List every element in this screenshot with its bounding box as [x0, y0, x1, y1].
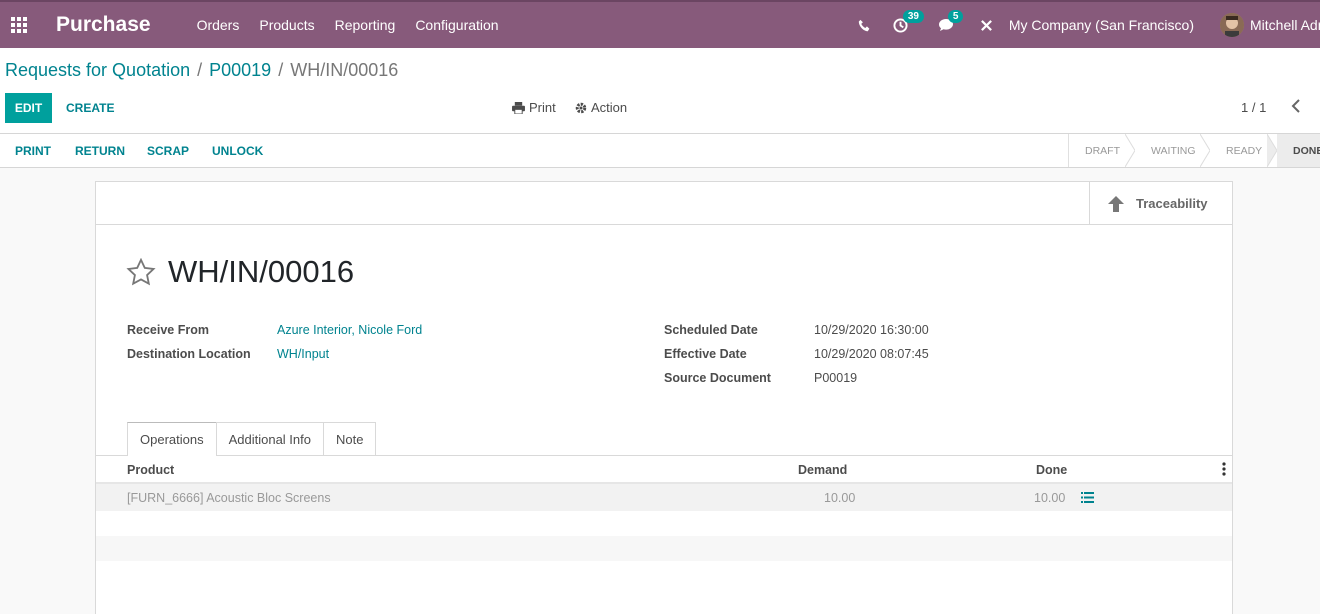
company-switcher[interactable]: My Company (San Francisco) — [1009, 17, 1194, 33]
traceability-button[interactable]: Traceability — [1089, 182, 1232, 225]
breadcrumb: Requests for Quotation / P00019 / WH/IN/… — [5, 60, 398, 81]
unlock-button[interactable]: UNLOCK — [212, 144, 263, 158]
stage-label: DONE — [1293, 144, 1320, 157]
breadcrumb-separator: / — [278, 60, 284, 80]
tools-close-icon[interactable] — [980, 19, 993, 32]
pager-value[interactable]: 1 / 1 — [1241, 100, 1266, 115]
app-brand[interactable]: Purchase — [56, 13, 151, 37]
stage-pipeline: DRAFT WAITING READY DONE — [1068, 134, 1320, 167]
control-panel: Requests for Quotation / P00019 / WH/IN/… — [0, 48, 1320, 134]
kebab-menu-icon[interactable] — [1222, 462, 1226, 479]
row-demand: 10.00 — [824, 491, 856, 505]
detailed-operations-list-icon[interactable] — [1081, 492, 1094, 506]
stage-label: WAITING — [1151, 144, 1196, 157]
star-icon[interactable] — [126, 258, 156, 286]
arrow-up-icon — [1108, 195, 1124, 212]
tab-additional-info[interactable]: Additional Info — [215, 422, 324, 455]
apps-menu-icon[interactable] — [4, 17, 34, 33]
stage-label: READY — [1226, 144, 1263, 157]
action-label: Action — [591, 100, 628, 115]
print-button[interactable]: PRINT — [15, 144, 51, 158]
form-sheet: Traceability WH/IN/00016 Receive From Az… — [95, 181, 1233, 614]
tab-operations[interactable]: Operations — [127, 422, 217, 456]
messages-icon[interactable]: 5 — [938, 10, 964, 32]
breadcrumb-separator: / — [197, 60, 203, 80]
avatar[interactable] — [1220, 13, 1244, 37]
activity-badge: 39 — [902, 9, 924, 23]
menu-reporting[interactable]: Reporting — [335, 17, 396, 33]
phone-icon[interactable] — [858, 19, 871, 32]
stage-draft: DRAFT — [1069, 134, 1135, 167]
receive-from-value[interactable]: Azure Interior, Nicole Ford — [277, 323, 422, 337]
return-button[interactable]: RETURN — [75, 144, 125, 158]
messages-badge: 5 — [947, 10, 964, 23]
smart-button-box: Traceability — [96, 182, 1232, 225]
status-bar: PRINT RETURN SCRAP UNLOCK DRAFT WAITING … — [0, 134, 1320, 168]
stage-done: DONE — [1277, 134, 1320, 167]
print-label: Print — [529, 100, 556, 115]
source-document-label: Source Document — [664, 371, 771, 385]
record-title: WH/IN/00016 — [168, 254, 355, 289]
stage-label: DRAFT — [1085, 144, 1120, 157]
table-row-empty — [96, 536, 1232, 561]
chevron-left-icon[interactable] — [1290, 98, 1302, 117]
menu-products[interactable]: Products — [259, 17, 314, 33]
user-menu[interactable]: Mitchell Admin — [1250, 17, 1320, 33]
stage-waiting: WAITING — [1135, 134, 1210, 167]
row-product: [FURN_6666] Acoustic Bloc Screens — [127, 491, 331, 505]
top-navbar: Purchase Orders Products Reporting Confi… — [0, 0, 1320, 48]
breadcrumb-po[interactable]: P00019 — [209, 60, 271, 81]
printer-icon — [512, 101, 525, 114]
destination-location-label: Destination Location — [127, 347, 251, 361]
breadcrumb-rfq[interactable]: Requests for Quotation — [5, 60, 190, 81]
effective-date-value: 10/29/2020 08:07:45 — [814, 347, 929, 361]
receive-from-label: Receive From — [127, 323, 209, 337]
create-button[interactable]: CREATE — [66, 101, 114, 115]
scheduled-date-value: 10/29/2020 16:30:00 — [814, 323, 929, 337]
title-row: WH/IN/00016 — [126, 254, 354, 290]
table-header: Product Demand Done — [96, 456, 1232, 484]
edit-button[interactable]: EDIT — [5, 93, 52, 123]
traceability-label: Traceability — [1136, 196, 1208, 211]
scrap-button[interactable]: SCRAP — [147, 144, 189, 158]
column-done[interactable]: Done — [1036, 463, 1067, 477]
source-document-value: P00019 — [814, 371, 858, 385]
menu-orders[interactable]: Orders — [197, 17, 240, 33]
action-dropdown[interactable]: Action — [575, 100, 627, 115]
table-row[interactable]: [FURN_6666] Acoustic Bloc Screens 10.00 … — [96, 484, 1232, 511]
column-demand[interactable]: Demand — [798, 463, 847, 477]
menu-configuration[interactable]: Configuration — [415, 17, 498, 33]
print-dropdown[interactable]: Print — [512, 100, 556, 115]
effective-date-label: Effective Date — [664, 347, 747, 361]
row-done: 10.00 — [1034, 491, 1066, 505]
table-row-empty — [96, 511, 1232, 536]
gear-icon — [575, 102, 587, 113]
breadcrumb-current: WH/IN/00016 — [290, 60, 399, 80]
notebook-tabs: Operations Additional Info Note — [127, 422, 377, 456]
column-product[interactable]: Product — [127, 463, 174, 477]
tab-note[interactable]: Note — [323, 422, 377, 455]
stage-ready: READY — [1210, 134, 1277, 167]
activity-clock-icon[interactable]: 39 — [893, 9, 924, 33]
destination-location-value[interactable]: WH/Input — [277, 347, 329, 361]
scheduled-date-label: Scheduled Date — [664, 323, 758, 337]
